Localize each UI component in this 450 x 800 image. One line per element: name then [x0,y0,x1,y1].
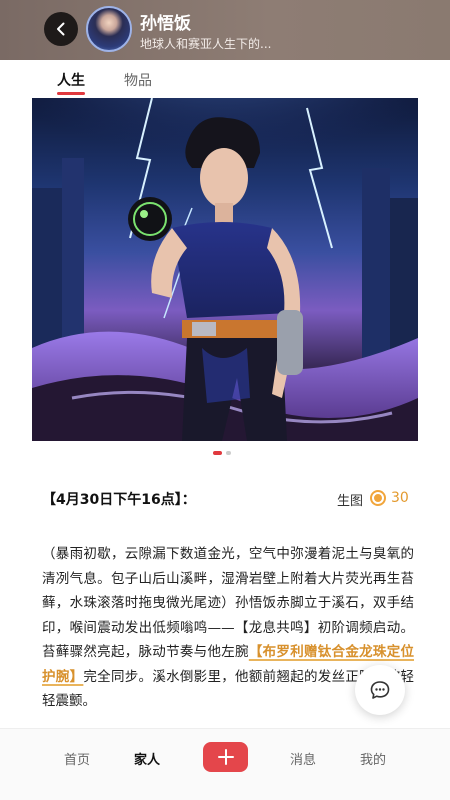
tab-active-indicator [57,92,85,95]
nav-mine[interactable]: 我的 [360,749,386,768]
generate-image-label[interactable]: 生图 [337,490,363,509]
story-image[interactable] [32,98,418,441]
character-name: 孙悟饭 [140,14,191,34]
character-subtitle: 地球人和赛亚人生下的... [140,37,272,51]
bottom-navigation: 首页 家人 消息 我的 [0,728,450,800]
top-header: 孙悟饭 地球人和赛亚人生下的... [0,0,450,60]
tab-life[interactable]: 人生 [57,70,85,90]
character-illustration [32,98,418,441]
carousel-indicator [213,451,231,455]
add-button[interactable] [203,742,248,772]
carousel-dot-active[interactable] [213,451,222,455]
coin-icon [370,490,386,506]
chat-button[interactable] [355,665,405,715]
back-button[interactable] [44,12,78,46]
avatar[interactable] [86,6,132,52]
nav-family[interactable]: 家人 [134,749,160,768]
chat-bubble-icon [370,681,390,699]
tab-items[interactable]: 物品 [124,70,152,90]
coin-value: 30 [391,490,409,506]
nav-home[interactable]: 首页 [64,749,90,768]
carousel-dot[interactable] [226,451,231,455]
chevron-left-icon [57,22,65,36]
tab-bar: 人生 物品 [0,64,450,96]
story-text-part1: （暴雨初歇，云隙漏下数道金光，空气中弥漫着泥土与臭氧的清冽气息。包子山后山溪畔，… [42,546,414,660]
entry-time-heading: 【4月30日下午16点】： [42,492,196,508]
nav-messages[interactable]: 消息 [290,749,316,768]
plus-icon [217,749,234,765]
